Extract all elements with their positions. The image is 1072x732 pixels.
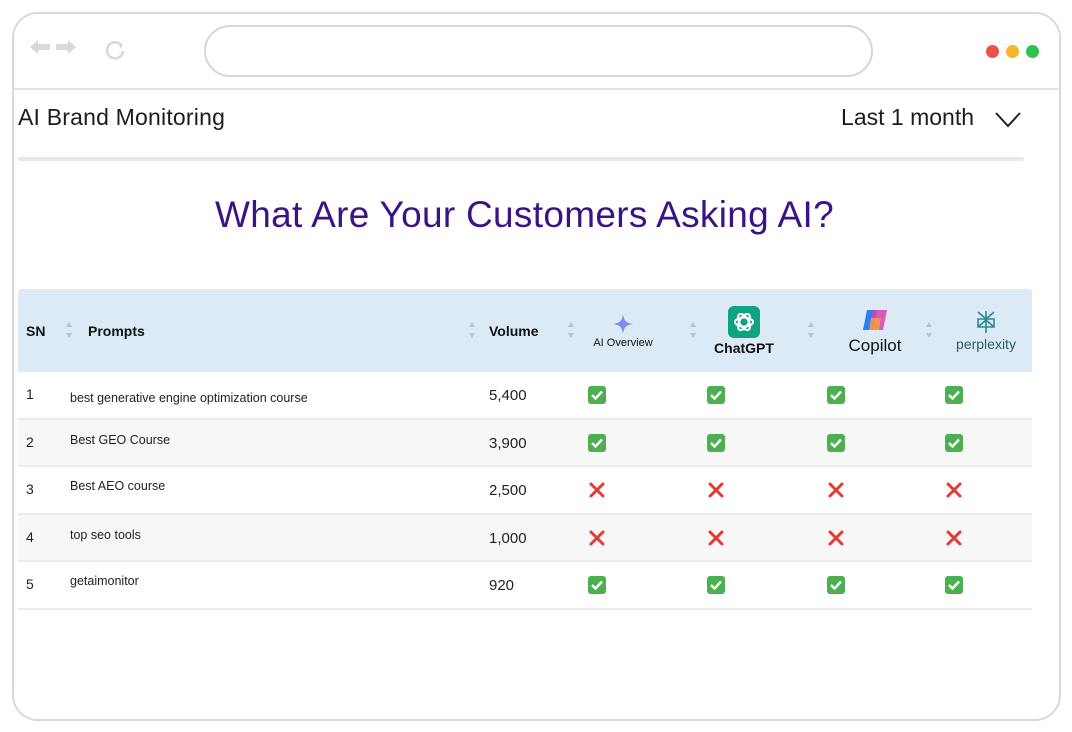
page-header: AI Brand Monitoring Last 1 month bbox=[18, 100, 1024, 148]
check-icon bbox=[588, 386, 606, 404]
check-icon bbox=[827, 386, 845, 404]
check-icon bbox=[945, 433, 963, 452]
cross-icon bbox=[707, 481, 725, 499]
table-row[interactable]: 2 Best GEO Course 3,900 bbox=[18, 419, 1032, 468]
row-volume: 2,500 bbox=[489, 482, 527, 500]
check-icon bbox=[827, 576, 845, 595]
cross-icon bbox=[945, 481, 963, 499]
cross-icon bbox=[588, 481, 606, 499]
forward-arrow-icon[interactable] bbox=[54, 40, 76, 54]
copilot-label: Copilot bbox=[848, 336, 902, 355]
table-row[interactable]: 5 getaimonitor 920 bbox=[18, 562, 1032, 610]
table-row[interactable]: 4 top seo tools 1,000 bbox=[18, 514, 1032, 563]
table-body: 1 best generative engine optimization cou… bbox=[18, 372, 1032, 610]
chatgpt-logo-icon bbox=[728, 306, 760, 338]
row-volume: 3,900 bbox=[489, 434, 527, 452]
row-prompt: top seo tools bbox=[70, 527, 141, 542]
column-sn: SN bbox=[26, 322, 46, 339]
copilot-logo-icon bbox=[863, 310, 887, 330]
table-row[interactable]: 1 best generative engine optimization cou… bbox=[18, 372, 1032, 420]
check-icon bbox=[707, 433, 725, 452]
cross-icon bbox=[707, 529, 725, 547]
sort-icon[interactable] bbox=[468, 321, 476, 339]
row-volume: 5,400 bbox=[489, 387, 527, 404]
close-dot-icon[interactable] bbox=[986, 45, 999, 58]
sort-icon[interactable] bbox=[925, 321, 933, 339]
sparkle-icon bbox=[613, 314, 633, 334]
table-row[interactable]: 3 Best AEO course 2,500 bbox=[18, 467, 1032, 515]
check-icon bbox=[827, 433, 845, 452]
reload-icon[interactable] bbox=[102, 38, 128, 64]
window-controls bbox=[986, 45, 1039, 58]
row-prompt: getaimonitor bbox=[70, 574, 139, 589]
row-sn: 2 bbox=[26, 433, 34, 450]
headline: What Are Your Customers Asking AI? bbox=[215, 194, 834, 235]
row-prompt: best generative engine optimization cour… bbox=[70, 391, 308, 405]
chevron-down-icon bbox=[995, 112, 1021, 128]
address-bar[interactable] bbox=[204, 25, 873, 77]
chatgpt-label: ChatGPT bbox=[714, 340, 774, 356]
check-icon bbox=[588, 576, 606, 595]
maximize-dot-icon[interactable] bbox=[1026, 45, 1039, 58]
page-title: AI Brand Monitoring bbox=[18, 104, 226, 130]
nav-arrows bbox=[30, 40, 78, 64]
row-sn: 4 bbox=[26, 528, 34, 545]
minimize-dot-icon[interactable] bbox=[1006, 45, 1019, 58]
date-range-label: Last 1 month bbox=[841, 104, 974, 130]
perplexity-label: perplexity bbox=[956, 336, 1016, 352]
browser-toolbar bbox=[14, 14, 1059, 90]
column-volume[interactable]: Volume bbox=[489, 289, 539, 372]
back-arrow-icon[interactable] bbox=[30, 40, 52, 54]
cross-icon bbox=[588, 529, 606, 547]
row-prompt: Best AEO course bbox=[70, 479, 166, 494]
column-ai-overview: AI Overview bbox=[588, 299, 658, 363]
check-icon bbox=[945, 576, 963, 595]
sort-icon[interactable] bbox=[65, 321, 73, 339]
row-volume: 920 bbox=[489, 577, 515, 595]
check-icon bbox=[588, 433, 606, 452]
prompts-table: SN Prompts Volume AI Overview ChatGPT Co… bbox=[18, 289, 1032, 610]
sort-icon[interactable] bbox=[567, 321, 575, 339]
check-icon bbox=[707, 576, 725, 595]
sort-icon[interactable] bbox=[689, 321, 697, 339]
row-prompt: Best GEO Course bbox=[70, 432, 171, 447]
column-perplexity: perplexity bbox=[946, 299, 1026, 363]
row-volume: 1,000 bbox=[489, 529, 527, 547]
header-divider bbox=[18, 157, 1024, 161]
sort-icon[interactable] bbox=[807, 321, 815, 339]
row-sn: 3 bbox=[26, 481, 34, 498]
perplexity-logo-icon bbox=[977, 311, 995, 333]
column-prompts[interactable]: Prompts bbox=[88, 289, 145, 372]
row-sn: 5 bbox=[26, 576, 34, 593]
check-icon bbox=[707, 386, 725, 404]
check-icon bbox=[945, 386, 963, 404]
cross-icon bbox=[827, 481, 845, 499]
table-header: SN Prompts Volume AI Overview ChatGPT Co… bbox=[18, 289, 1032, 372]
date-range-select[interactable]: Last 1 month bbox=[824, 100, 1024, 140]
cross-icon bbox=[827, 529, 845, 547]
row-sn: 1 bbox=[26, 386, 34, 402]
column-chatgpt: ChatGPT bbox=[709, 299, 779, 363]
ai-overview-label: AI Overview bbox=[593, 337, 653, 349]
cross-icon bbox=[945, 529, 963, 547]
column-copilot: Copilot bbox=[830, 299, 920, 363]
